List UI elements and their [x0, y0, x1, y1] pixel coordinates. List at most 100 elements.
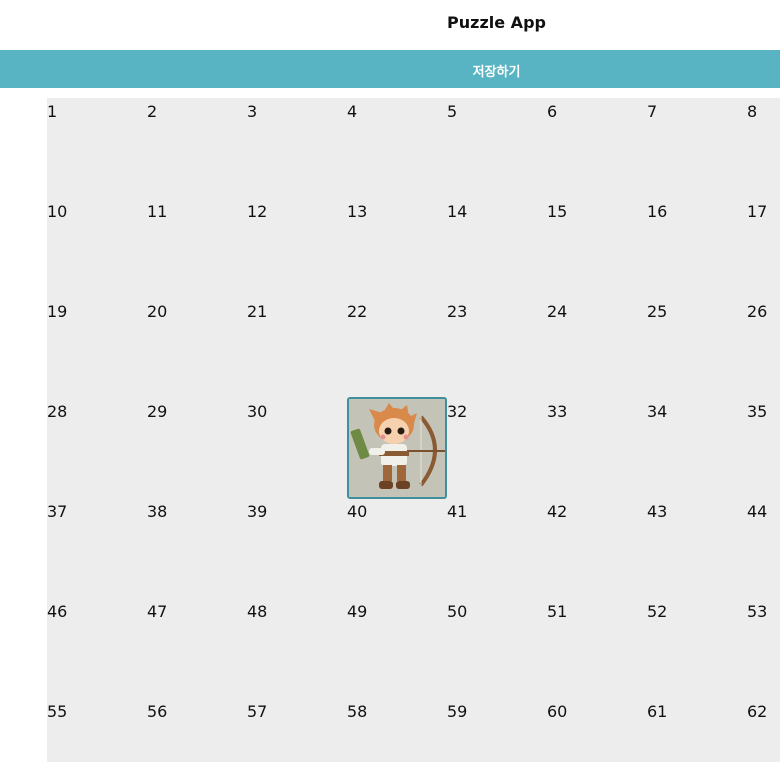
- cell-number: 52: [647, 602, 668, 621]
- cell-number: 22: [347, 302, 368, 321]
- cell-number: 19: [47, 302, 68, 321]
- cell-number: 46: [47, 602, 68, 621]
- board-cell[interactable]: 53: [747, 598, 780, 698]
- board-cell[interactable]: 56: [147, 698, 247, 762]
- board-cell[interactable]: 13: [347, 198, 447, 298]
- board-cell[interactable]: 50: [447, 598, 547, 698]
- board-cell[interactable]: 35: [747, 398, 780, 498]
- board-cell[interactable]: 23: [447, 298, 547, 398]
- cell-number: 44: [747, 502, 768, 521]
- cell-number: 20: [147, 302, 168, 321]
- board-cell[interactable]: 26: [747, 298, 780, 398]
- cell-number: 15: [547, 202, 568, 221]
- board-cell[interactable]: 4: [347, 98, 447, 198]
- cell-number: 49: [347, 602, 368, 621]
- board-cell[interactable]: 37: [47, 498, 147, 598]
- board-cell[interactable]: 24: [547, 298, 647, 398]
- cell-number: 16: [647, 202, 668, 221]
- board-cell[interactable]: 47: [147, 598, 247, 698]
- cell-number: 55: [47, 702, 68, 721]
- board-cell[interactable]: 32: [447, 398, 547, 498]
- board-cell[interactable]: 51: [547, 598, 647, 698]
- board-cell[interactable]: 28: [47, 398, 147, 498]
- board-cell[interactable]: 57: [247, 698, 347, 762]
- cell-number: 3: [247, 102, 258, 121]
- board-cell[interactable]: 46: [47, 598, 147, 698]
- board-cell[interactable]: 58: [347, 698, 447, 762]
- board-cell[interactable]: 16: [647, 198, 747, 298]
- board-cell[interactable]: 48: [247, 598, 347, 698]
- board-cell[interactable]: 6: [547, 98, 647, 198]
- board-cell[interactable]: 61: [647, 698, 747, 762]
- cell-number: 59: [447, 702, 468, 721]
- save-button[interactable]: 저장하기: [0, 50, 780, 88]
- cell-number: 37: [47, 502, 68, 521]
- board-cell[interactable]: 33: [547, 398, 647, 498]
- board-cell[interactable]: 21: [247, 298, 347, 398]
- board-cell[interactable]: 60: [547, 698, 647, 762]
- cell-number: 4: [347, 102, 358, 121]
- cell-number: 13: [347, 202, 368, 221]
- cell-number: 58: [347, 702, 368, 721]
- puzzle-piece[interactable]: [347, 397, 447, 499]
- board-cell[interactable]: 55: [47, 698, 147, 762]
- board-cell[interactable]: 19: [47, 298, 147, 398]
- board-cell[interactable]: 17: [747, 198, 780, 298]
- board-cell[interactable]: 12: [247, 198, 347, 298]
- cell-number: 29: [147, 402, 168, 421]
- cell-number: 2: [147, 102, 158, 121]
- board-cell[interactable]: 62: [747, 698, 780, 762]
- cell-number: 62: [747, 702, 768, 721]
- board-cell[interactable]: 52: [647, 598, 747, 698]
- cell-number: 12: [247, 202, 268, 221]
- board-cell[interactable]: 7: [647, 98, 747, 198]
- board-cell[interactable]: 43: [647, 498, 747, 598]
- board-cell[interactable]: 34: [647, 398, 747, 498]
- board-cell[interactable]: 39: [247, 498, 347, 598]
- board-cell[interactable]: 2: [147, 98, 247, 198]
- cell-number: 30: [247, 402, 268, 421]
- board-cell[interactable]: 41: [447, 498, 547, 598]
- board-cell[interactable]: 10: [47, 198, 147, 298]
- cell-number: 33: [547, 402, 568, 421]
- board-cell[interactable]: 42: [547, 498, 647, 598]
- cell-number: 23: [447, 302, 468, 321]
- puzzle-app: Puzzle App 저장하기 1 2 3 4 5 6 7 8 10 11 12 13 14 15 16 17…: [0, 0, 780, 762]
- cell-number: 40: [347, 502, 368, 521]
- board-cell[interactable]: 1: [47, 98, 147, 198]
- cell-number: 39: [247, 502, 268, 521]
- board-cell[interactable]: 30: [247, 398, 347, 498]
- cell-number: 21: [247, 302, 268, 321]
- cell-number: 42: [547, 502, 568, 521]
- save-button-label: 저장하기: [472, 65, 521, 80]
- board-cell[interactable]: 3: [247, 98, 347, 198]
- board-cell[interactable]: 8: [747, 98, 780, 198]
- cell-number: 57: [247, 702, 268, 721]
- board-cell[interactable]: 5: [447, 98, 547, 198]
- board-cell[interactable]: 14: [447, 198, 547, 298]
- cell-number: 28: [47, 402, 68, 421]
- cell-number: 25: [647, 302, 668, 321]
- board-cell[interactable]: 11: [147, 198, 247, 298]
- board-cell[interactable]: 38: [147, 498, 247, 598]
- board-cell[interactable]: 25: [647, 298, 747, 398]
- board-cell[interactable]: 15: [547, 198, 647, 298]
- board-cell[interactable]: 20: [147, 298, 247, 398]
- board-cell[interactable]: 22: [347, 298, 447, 398]
- cell-number: 53: [747, 602, 768, 621]
- cell-number: 48: [247, 602, 268, 621]
- cell-number: 41: [447, 502, 468, 521]
- cell-number: 32: [447, 402, 468, 421]
- board-cell[interactable]: 40: [347, 498, 447, 598]
- board-cell[interactable]: 59: [447, 698, 547, 762]
- cell-number: 35: [747, 402, 768, 421]
- board-cell[interactable]: 44: [747, 498, 780, 598]
- cell-number: 14: [447, 202, 468, 221]
- cell-number: 10: [47, 202, 68, 221]
- page-title: Puzzle App: [447, 13, 546, 32]
- board-cell[interactable]: 29: [147, 398, 247, 498]
- cell-number: 43: [647, 502, 668, 521]
- cell-number: 61: [647, 702, 668, 721]
- board-cell[interactable]: 49: [347, 598, 447, 698]
- cell-number: 1: [47, 102, 58, 121]
